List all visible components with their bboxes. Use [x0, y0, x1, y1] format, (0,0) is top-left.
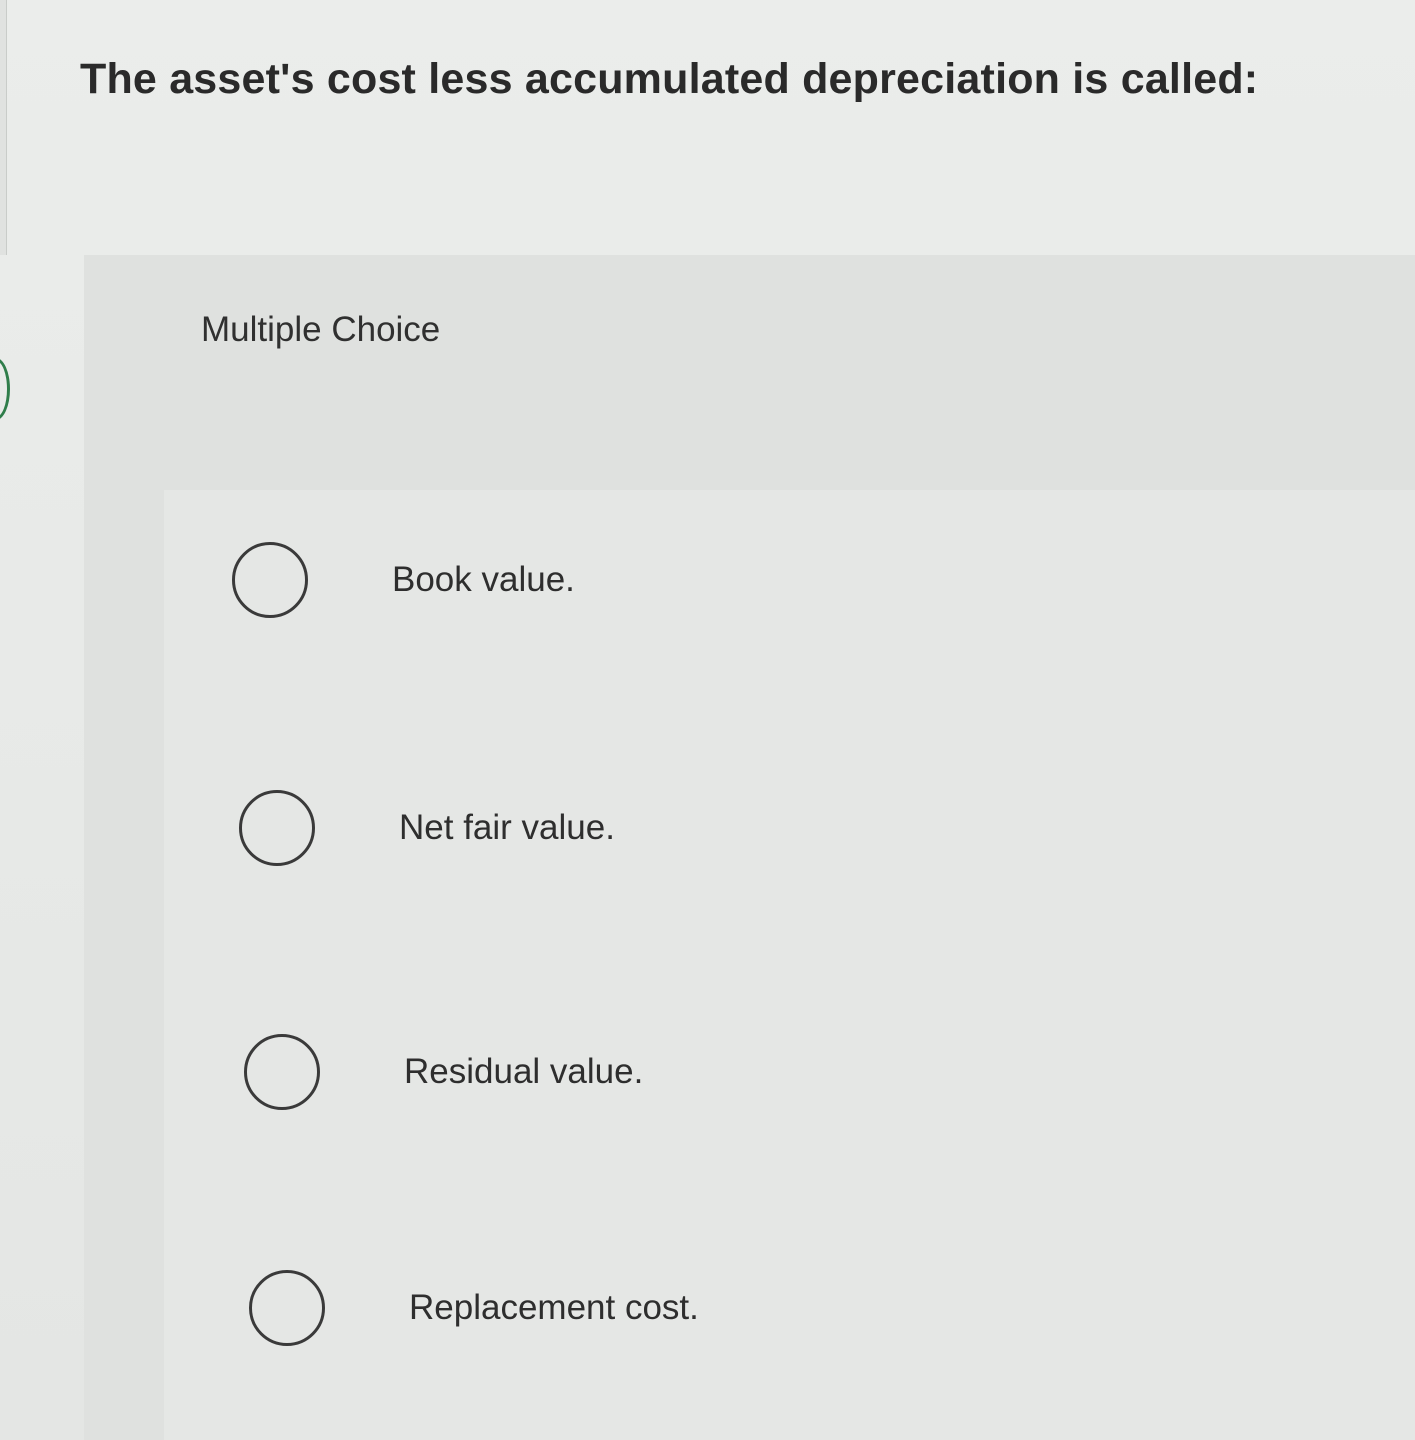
option-residual-value[interactable]: Residual value.	[244, 1032, 944, 1112]
question-text: The asset's cost less accumulated deprec…	[80, 55, 1259, 103]
option-label: Replacement cost.	[409, 1288, 699, 1327]
panel-title: Multiple Choice	[201, 310, 441, 349]
option-label: Residual value.	[404, 1052, 644, 1091]
radio-button[interactable]	[232, 542, 308, 618]
option-replacement-cost[interactable]: Replacement cost.	[249, 1268, 949, 1348]
radio-button[interactable]	[249, 1270, 325, 1346]
option-label: Net fair value.	[399, 808, 615, 847]
radio-button[interactable]	[244, 1034, 320, 1110]
left-panel-edge	[0, 0, 7, 255]
quiz-page: The asset's cost less accumulated deprec…	[0, 0, 1415, 1440]
option-net-fair-value[interactable]: Net fair value.	[239, 788, 939, 868]
options-list: Book value. Net fair value. Residual val…	[164, 490, 1415, 1440]
option-book-value[interactable]: Book value.	[232, 540, 932, 620]
option-label: Book value.	[392, 560, 575, 599]
side-tab-handle[interactable]	[0, 358, 10, 420]
radio-button[interactable]	[239, 790, 315, 866]
answer-panel: Multiple Choice Book value. Net fair val…	[84, 255, 1415, 1440]
